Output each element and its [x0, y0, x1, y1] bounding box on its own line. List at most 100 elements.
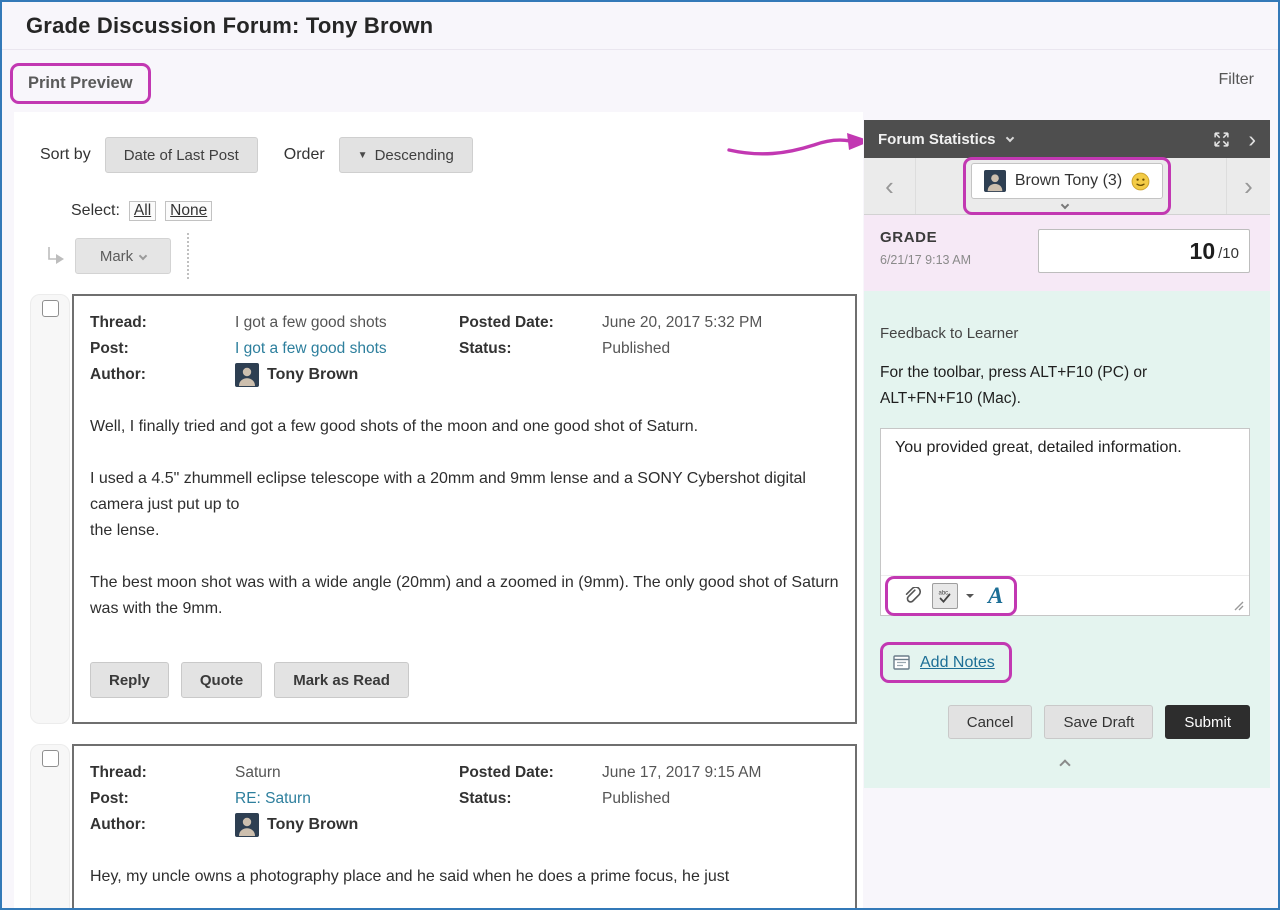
- grade-out-of: /10: [1218, 245, 1239, 262]
- reply-button[interactable]: Reply: [90, 662, 169, 698]
- author-name: Tony Brown: [267, 362, 358, 388]
- post-body: Hey, my uncle owns a photography place a…: [90, 864, 839, 890]
- mark-button[interactable]: Mark: [75, 238, 171, 274]
- student-navigation: ‹ Brown Tony (3): [864, 158, 1270, 215]
- post-body: Well, I finally tried and got a few good…: [90, 414, 839, 622]
- page: Grade Discussion Forum: Tony Brown Print…: [0, 0, 1280, 910]
- print-preview-button[interactable]: Print Preview: [13, 66, 148, 101]
- next-student-icon[interactable]: ›: [1244, 173, 1253, 199]
- author-avatar: [235, 363, 259, 387]
- forum-statistics-title: Forum Statistics: [878, 131, 996, 148]
- feedback-section: Feedback to Learner For the toolbar, pre…: [864, 291, 1270, 788]
- author-name: Tony Brown: [267, 812, 358, 838]
- post-title-link[interactable]: I got a few good shots: [235, 336, 459, 362]
- page-title: Grade Discussion Forum: Tony Brown: [26, 13, 433, 39]
- collapse-panel-icon[interactable]: ›: [1248, 128, 1256, 151]
- page-header: Grade Discussion Forum: Tony Brown: [2, 2, 1278, 50]
- thread-label: Thread:: [90, 760, 235, 786]
- next-student-cell: ›: [1226, 158, 1270, 214]
- author-label: Author:: [90, 362, 235, 388]
- order-button[interactable]: ▼ Descending: [339, 137, 473, 173]
- sort-by-button[interactable]: Date of Last Post: [105, 137, 258, 173]
- annotation-arrow-icon: [726, 130, 863, 162]
- collapse-section-control[interactable]: [880, 739, 1250, 788]
- grade-score: 10: [1190, 238, 1216, 265]
- grade-input[interactable]: 10 /10: [1038, 229, 1250, 273]
- posted-date-label: Posted Date:: [459, 760, 602, 786]
- feedback-label: Feedback to Learner: [880, 291, 1250, 342]
- thread-row: Thread: Saturn Posted Date: June 17, 201…: [30, 744, 863, 908]
- highlight-print-preview: Print Preview: [10, 63, 151, 104]
- chevron-up-icon: [1059, 759, 1070, 770]
- mark-controls: Mark: [45, 233, 863, 279]
- feedback-editor: You provided great, detailed information…: [880, 428, 1250, 616]
- expand-icon[interactable]: [1213, 131, 1230, 148]
- thread-checkbox[interactable]: [42, 300, 59, 317]
- status-label: Status:: [459, 786, 602, 812]
- author-cell: Tony Brown: [235, 812, 459, 838]
- feedback-text-input[interactable]: You provided great, detailed information…: [881, 429, 1249, 575]
- add-notes-link[interactable]: Add Notes: [920, 654, 995, 672]
- spell-check-dropdown-icon[interactable]: [966, 594, 974, 602]
- mark-label: Mark: [100, 248, 133, 265]
- post-card: Thread: I got a few good shots Posted Da…: [72, 294, 857, 724]
- post-card: Thread: Saturn Posted Date: June 17, 201…: [72, 744, 857, 908]
- sort-by-label: Sort by: [40, 146, 91, 164]
- feedback-actions: Cancel Save Draft Submit: [880, 705, 1250, 739]
- student-selector-button[interactable]: Brown Tony (3): [971, 163, 1163, 199]
- student-avatar: [984, 170, 1006, 192]
- student-name: Brown Tony (3): [1015, 172, 1122, 190]
- mark-as-read-button[interactable]: Mark as Read: [274, 662, 409, 698]
- grade-section: GRADE 6/21/17 9:13 AM 10 /10: [864, 215, 1270, 291]
- select-controls: Select: All None: [71, 201, 863, 221]
- submit-button[interactable]: Submit: [1165, 705, 1250, 739]
- highlight-editor-toolbar: abc A: [885, 576, 1017, 616]
- descending-icon: ▼: [358, 150, 368, 161]
- quote-button[interactable]: Quote: [181, 662, 262, 698]
- posted-date-value: June 17, 2017 9:15 AM: [602, 760, 839, 786]
- svg-text:abc: abc: [939, 590, 949, 596]
- smiley-status-icon: [1131, 172, 1150, 191]
- chevron-down-icon[interactable]: [1005, 133, 1013, 141]
- gutter-pill: [30, 744, 70, 908]
- post-meta: Thread: I got a few good shots Posted Da…: [90, 310, 839, 388]
- select-all-link[interactable]: All: [129, 201, 156, 221]
- chevron-down-icon[interactable]: [1061, 201, 1069, 209]
- cancel-button[interactable]: Cancel: [948, 705, 1033, 739]
- branch-arrow-icon: [45, 247, 65, 265]
- attach-file-icon[interactable]: [899, 583, 925, 609]
- author-avatar: [235, 813, 259, 837]
- post-paragraph: Well, I finally tried and got a few good…: [90, 414, 839, 440]
- author-label: Author:: [90, 812, 235, 838]
- order-label: Order: [284, 146, 325, 164]
- previous-student-icon[interactable]: ‹: [885, 173, 894, 199]
- highlight-add-notes: Add Notes: [880, 642, 1012, 683]
- save-draft-button[interactable]: Save Draft: [1044, 705, 1153, 739]
- status-value: Published: [602, 336, 839, 362]
- chevron-down-icon: [139, 252, 147, 260]
- thread-row: Thread: I got a few good shots Posted Da…: [30, 294, 863, 724]
- post-paragraph: The best moon shot was with a wide angle…: [90, 570, 839, 622]
- notes-icon: [892, 653, 911, 672]
- select-label: Select:: [71, 202, 120, 220]
- order-value: Descending: [375, 147, 454, 164]
- forum-statistics-header: Forum Statistics ›: [864, 120, 1270, 158]
- grade-date: 6/21/17 9:13 AM: [880, 253, 1038, 267]
- status-label: Status:: [459, 336, 602, 362]
- posted-date-label: Posted Date:: [459, 310, 602, 336]
- text-editor-icon[interactable]: A: [988, 584, 1003, 607]
- post-paragraph: Hey, my uncle owns a photography place a…: [90, 864, 839, 890]
- post-paragraph: I used a 4.5" zhummell eclipse telescope…: [90, 466, 839, 544]
- select-none-link[interactable]: None: [165, 201, 212, 221]
- post-label: Post:: [90, 336, 235, 362]
- highlight-student-selector: Brown Tony (3): [963, 157, 1171, 215]
- thread-label: Thread:: [90, 310, 235, 336]
- filter-button[interactable]: Filter: [1218, 71, 1254, 89]
- thread-title: Saturn: [235, 760, 459, 786]
- resize-handle-icon[interactable]: [1231, 598, 1244, 611]
- thread-checkbox[interactable]: [42, 750, 59, 767]
- post-title-link[interactable]: RE: Saturn: [235, 786, 459, 812]
- thread-title: I got a few good shots: [235, 310, 459, 336]
- spell-check-icon[interactable]: abc: [932, 583, 958, 609]
- grade-label: GRADE: [880, 229, 1038, 246]
